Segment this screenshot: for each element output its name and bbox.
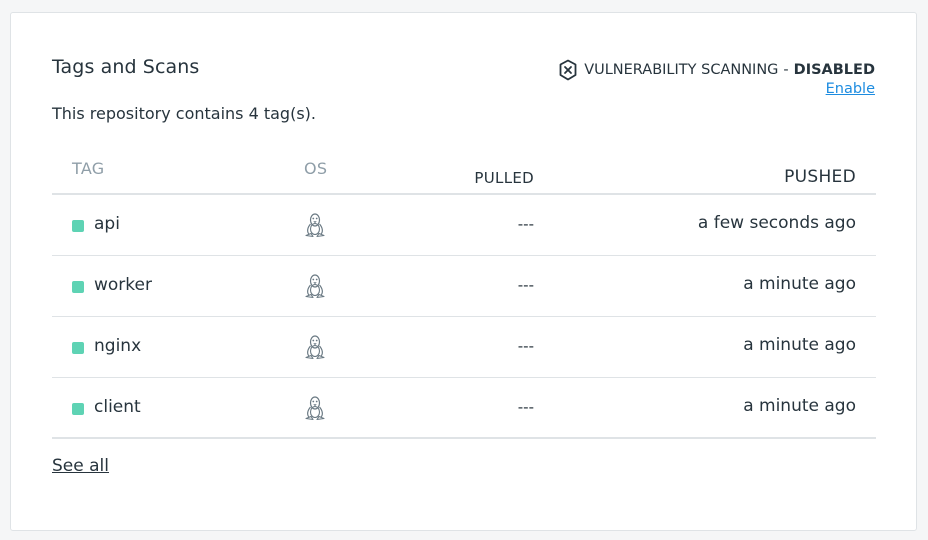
enable-scanning-link[interactable]: Enable bbox=[826, 81, 875, 97]
pushed-value: a minute ago bbox=[743, 396, 856, 416]
pulled-value: --- bbox=[517, 337, 534, 355]
scan-label: VULNERABILITY SCANNING bbox=[584, 62, 779, 78]
table-row[interactable]: api --- a few seconds ago bbox=[52, 195, 876, 256]
tag-count-description: This repository contains 4 tag(s). bbox=[52, 104, 316, 123]
tag-name[interactable]: worker bbox=[94, 275, 152, 295]
table-row[interactable]: client --- a minute ago bbox=[52, 378, 876, 439]
table-row[interactable]: worker --- a minute ago bbox=[52, 256, 876, 317]
status-dot bbox=[72, 403, 84, 415]
tags-table: TAG OS PULLED PUSHED api --- a few secon… bbox=[52, 149, 876, 439]
status-dot bbox=[72, 281, 84, 293]
pulled-value: --- bbox=[517, 398, 534, 416]
table-header: TAG OS PULLED PUSHED bbox=[52, 149, 876, 195]
see-all-link[interactable]: See all bbox=[52, 456, 109, 476]
table-row[interactable]: nginx --- a minute ago bbox=[52, 317, 876, 378]
vulnerability-scanning-status: VULNERABILITY SCANNING - DISABLED bbox=[558, 59, 875, 81]
scan-state: DISABLED bbox=[793, 62, 875, 78]
panel-title: Tags and Scans bbox=[52, 56, 200, 78]
pushed-value: a minute ago bbox=[743, 274, 856, 294]
tag-name[interactable]: client bbox=[94, 397, 141, 417]
column-header-os: OS bbox=[304, 159, 328, 178]
linux-icon bbox=[305, 396, 325, 421]
column-header-tag[interactable]: TAG bbox=[72, 159, 105, 178]
column-header-pulled[interactable]: PULLED bbox=[474, 169, 534, 187]
linux-icon bbox=[305, 213, 325, 238]
shield-x-icon bbox=[559, 59, 577, 81]
pushed-value: a few seconds ago bbox=[697, 213, 856, 233]
status-dot bbox=[72, 342, 84, 354]
linux-icon bbox=[305, 274, 325, 299]
linux-icon bbox=[305, 335, 325, 360]
pushed-value: a minute ago bbox=[743, 335, 856, 355]
scan-separator: - bbox=[783, 62, 789, 78]
tags-and-scans-card: Tags and Scans VULNERABILITY SCANNING - … bbox=[10, 12, 917, 531]
status-dot bbox=[72, 220, 84, 232]
column-header-pushed[interactable]: PUSHED bbox=[784, 167, 856, 187]
pulled-value: --- bbox=[517, 276, 534, 294]
tag-name[interactable]: api bbox=[94, 214, 120, 234]
pulled-value: --- bbox=[517, 215, 534, 233]
tag-name[interactable]: nginx bbox=[94, 336, 141, 356]
